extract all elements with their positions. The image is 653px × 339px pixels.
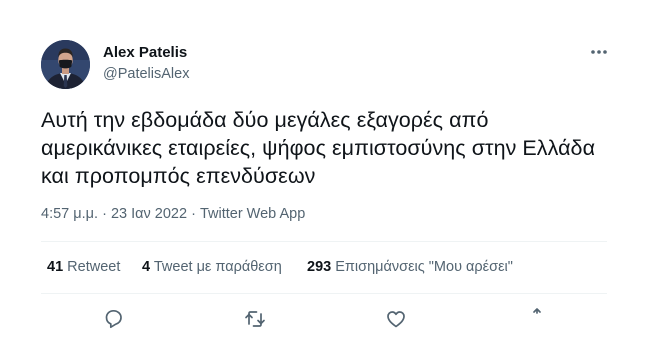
retweets-stat[interactable]: 41 Retweet xyxy=(47,259,120,275)
tweet-metadata: 4:57 μ.μ. · 23 Ιαν 2022 · Twitter Web Ap… xyxy=(41,206,305,222)
quotes-label: Tweet με παράθεση xyxy=(153,259,282,275)
tweet-source[interactable]: Twitter Web App xyxy=(200,206,305,222)
author-name[interactable]: Alex Patelis xyxy=(103,44,187,61)
avatar[interactable] xyxy=(41,40,90,89)
retweet-button[interactable] xyxy=(241,305,269,333)
more-options-icon xyxy=(591,50,607,54)
divider xyxy=(41,293,607,294)
tweet-text: Αυτή την εβδομάδα δύο μεγάλες εξαγορές α… xyxy=(41,108,596,188)
meta-separator: · xyxy=(191,206,196,222)
retweet-icon xyxy=(245,311,265,327)
action-bar xyxy=(0,305,653,333)
share-button[interactable] xyxy=(523,305,551,333)
tweet-card: Alex Patelis @PatelisAlex Αυτή την εβδομ… xyxy=(0,0,653,339)
likes-count: 293 xyxy=(307,259,332,275)
quotes-stat[interactable]: 4 Tweet με παράθεση xyxy=(142,259,282,275)
author-handle[interactable]: @PatelisAlex xyxy=(103,66,189,82)
likes-label: Επισημάνσεις "Μου αρέσει" xyxy=(335,259,513,275)
like-button[interactable] xyxy=(382,305,410,333)
retweets-label: Retweet xyxy=(67,259,121,275)
tweet-date[interactable]: 23 Ιαν 2022 xyxy=(111,206,187,222)
more-options-button[interactable] xyxy=(588,44,612,60)
reply-icon xyxy=(105,309,122,329)
reply-button[interactable] xyxy=(100,305,128,333)
retweets-count: 41 xyxy=(47,259,64,275)
avatar-image xyxy=(41,40,90,89)
meta-separator: · xyxy=(102,206,107,222)
quotes-count: 4 xyxy=(142,259,151,275)
tweet-time[interactable]: 4:57 μ.μ. xyxy=(41,206,98,222)
likes-stat[interactable]: 293 Επισημάνσεις "Μου αρέσει" xyxy=(307,259,513,275)
divider xyxy=(41,241,607,242)
like-icon xyxy=(387,311,405,328)
share-icon xyxy=(533,308,541,314)
